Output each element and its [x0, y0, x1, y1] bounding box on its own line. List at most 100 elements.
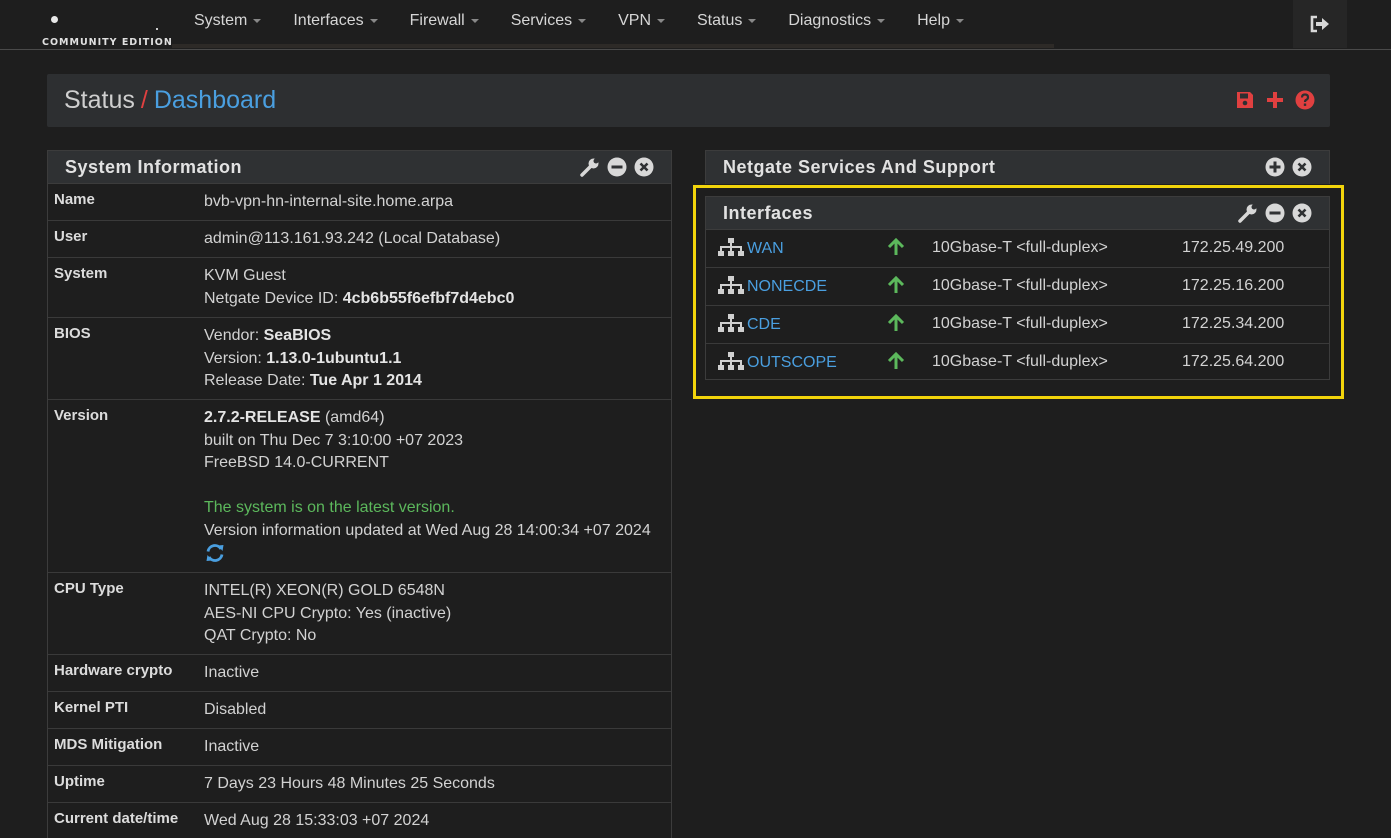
brand-logo[interactable]: COMMUNITY EDITION	[40, 10, 172, 48]
info-row-user: User admin@113.161.93.242 (Local Databas…	[48, 221, 671, 258]
caret-down-icon	[748, 18, 757, 23]
menu-status[interactable]: Status	[681, 0, 772, 42]
arrow-up-icon	[887, 275, 905, 299]
interface-link[interactable]: CDE	[747, 316, 781, 334]
arrow-up-icon	[887, 237, 905, 261]
row-value: admin@113.161.93.242 (Local Database)	[204, 230, 501, 247]
widget-title: System Information	[65, 157, 243, 177]
help-icon[interactable]	[1295, 90, 1315, 110]
interface-media: 10Gbase-T <full-duplex>	[932, 277, 1108, 294]
interface-link[interactable]: NONECDE	[747, 278, 827, 296]
row-label: System	[54, 265, 108, 282]
row-label: Name	[54, 191, 95, 208]
network-icon	[718, 238, 744, 263]
logo-dot	[51, 16, 58, 23]
row-label: BIOS	[54, 325, 91, 342]
close-icon[interactable]	[1291, 202, 1312, 223]
interface-row: OUTSCOPE 10Gbase-T <full-duplex> 172.25.…	[706, 344, 1329, 382]
caret-down-icon	[877, 18, 886, 23]
bios-version-label: Version:	[204, 349, 262, 367]
version-arch: (amd64)	[324, 409, 385, 426]
caret-down-icon	[578, 18, 587, 23]
version-line: 2.7.2-RELEASE (amd64)	[204, 407, 671, 430]
menu-label: Firewall	[409, 12, 465, 29]
interface-media: 10Gbase-T <full-duplex>	[932, 239, 1108, 256]
bios-release-line: Release Date: Tue Apr 1 2014	[204, 370, 671, 393]
row-label: MDS Mitigation	[54, 736, 163, 753]
sign-out-icon	[1310, 15, 1329, 33]
info-row-cpu: CPU Type INTEL(R) XEON(R) GOLD 6548N AES…	[48, 573, 671, 655]
minimize-icon[interactable]	[1264, 202, 1285, 223]
row-label: User	[54, 228, 88, 245]
menu-vpn[interactable]: VPN	[602, 0, 681, 42]
widget-title: Interfaces	[723, 203, 814, 223]
bios-version-value: 1.13.0-1ubuntu1.1	[266, 349, 402, 367]
row-label: Current date/time	[54, 810, 179, 827]
version-built: built on Thu Dec 7 3:10:00 +07 2023	[204, 431, 464, 449]
interfaces-widget: Interfaces WAN 10Gbase-T <full-duplex> 1…	[705, 196, 1330, 380]
interface-link[interactable]: OUTSCOPE	[747, 354, 837, 372]
row-label: Hardware crypto	[54, 662, 173, 679]
breadcrumb-panel: Status / Dashboard	[47, 74, 1330, 127]
breadcrumb-separator: /	[140, 86, 148, 114]
breadcrumb-page[interactable]: Dashboard	[154, 86, 276, 114]
close-icon[interactable]	[1291, 156, 1312, 177]
logo-mark	[156, 28, 158, 30]
row-label: Uptime	[54, 773, 105, 790]
menu-label: Status	[697, 12, 743, 29]
bios-vendor-label: Vendor:	[204, 327, 260, 344]
interface-row: WAN 10Gbase-T <full-duplex> 172.25.49.20…	[706, 230, 1329, 268]
breadcrumb-section[interactable]: Status	[64, 86, 135, 114]
minimize-icon[interactable]	[606, 156, 627, 177]
info-row-hw-crypto: Hardware crypto Inactive	[48, 655, 671, 692]
interface-link[interactable]: WAN	[747, 240, 784, 258]
row-value: INTEL(R) XEON(R) GOLD 6548N AES-NI CPU C…	[198, 573, 671, 654]
system-platform: KVM Guest	[204, 267, 286, 284]
plus-icon[interactable]	[1265, 90, 1285, 110]
row-value: KVM Guest Netgate Device ID: 4cb6b55f6ef…	[198, 258, 671, 317]
menu-system[interactable]: System	[178, 0, 277, 42]
wrench-icon[interactable]	[1237, 202, 1258, 223]
menu-services[interactable]: Services	[495, 0, 602, 42]
arrow-up-icon	[887, 351, 905, 375]
wrench-icon[interactable]	[579, 156, 600, 177]
version-updated: Version information updated at Wed Aug 2…	[204, 521, 651, 539]
menu-diagnostics[interactable]: Diagnostics	[772, 0, 901, 42]
bios-release-value: Tue Apr 1 2014	[309, 372, 422, 389]
system-information-widget: System Information Name bvb-vpn-hn-inter…	[47, 150, 672, 838]
network-icon	[718, 276, 744, 301]
expand-icon[interactable]	[1264, 156, 1285, 177]
brand-edition: COMMUNITY EDITION	[42, 37, 173, 48]
info-row-name: Name bvb-vpn-hn-internal-site.home.arpa	[48, 184, 671, 221]
bios-vendor-value: SeaBIOS	[263, 327, 332, 344]
save-icon[interactable]	[1235, 90, 1255, 110]
caret-down-icon	[470, 18, 479, 23]
refresh-button[interactable]	[204, 542, 226, 564]
menu-label: VPN	[618, 12, 651, 29]
row-value: bvb-vpn-hn-internal-site.home.arpa	[204, 193, 454, 210]
row-value: 7 Days 23 Hours 48 Minutes 25 Seconds	[204, 775, 495, 792]
interface-row: NONECDE 10Gbase-T <full-duplex> 172.25.1…	[706, 268, 1329, 306]
menu-label: Help	[917, 12, 950, 29]
widget-controls	[1264, 156, 1312, 177]
info-row-kernel-pti: Kernel PTI Disabled	[48, 692, 671, 729]
bios-release-label: Release Date:	[204, 372, 306, 389]
menu-help[interactable]: Help	[901, 0, 980, 42]
menu-firewall[interactable]: Firewall	[394, 0, 495, 42]
cpu-model: INTEL(R) XEON(R) GOLD 6548N	[204, 582, 445, 599]
top-navbar: COMMUNITY EDITION System Interfaces Fire…	[0, 0, 1391, 50]
menu-label: Interfaces	[293, 12, 364, 29]
info-row-datetime: Current date/time Wed Aug 28 15:33:03 +0…	[48, 803, 671, 838]
bios-vendor-line: Vendor: SeaBIOS	[204, 325, 671, 348]
breadcrumb: Status / Dashboard	[64, 85, 276, 115]
close-icon[interactable]	[633, 156, 654, 177]
logout-button[interactable]	[1293, 0, 1347, 48]
widget-controls	[579, 156, 654, 177]
widget-controls	[1237, 202, 1312, 223]
interface-ip: 172.25.64.200	[1182, 353, 1285, 370]
interface-ip: 172.25.49.200	[1182, 239, 1285, 256]
menu-interfaces[interactable]: Interfaces	[277, 0, 393, 42]
info-row-version: Version 2.7.2-RELEASE (amd64) built on T…	[48, 400, 671, 573]
nav-underline	[172, 44, 1054, 48]
